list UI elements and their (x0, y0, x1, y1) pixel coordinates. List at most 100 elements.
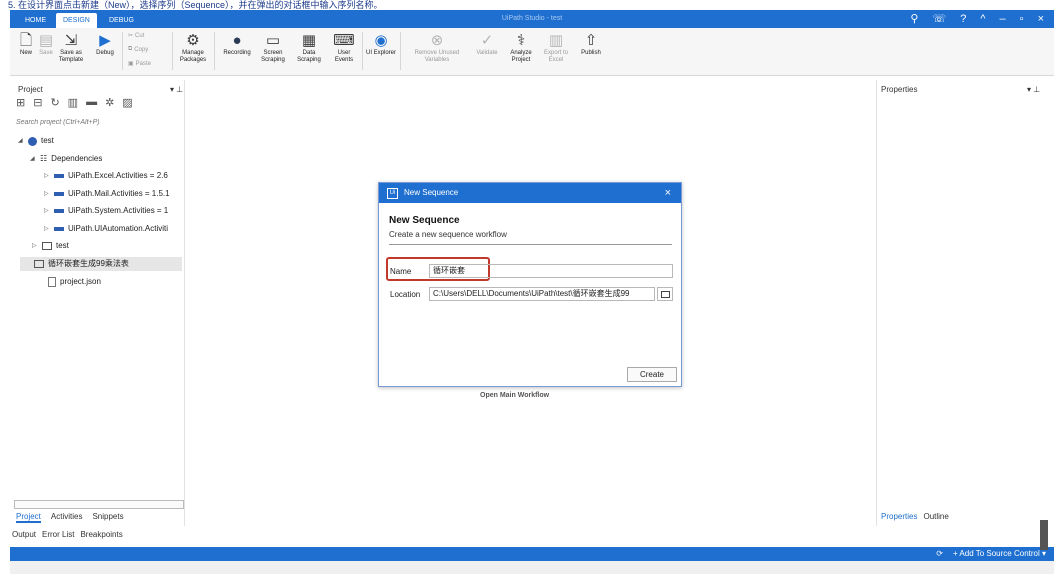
package-icon (54, 209, 64, 213)
play-icon: ▶ (99, 31, 111, 49)
tab-output[interactable]: Output (12, 530, 36, 539)
restore-icon[interactable]: ▫ (1020, 10, 1024, 28)
record-icon: ● (232, 31, 242, 49)
tree-item-dependency[interactable]: ▷ UiPath.System.Activities = 1 (44, 204, 184, 218)
project-icon (28, 136, 37, 146)
open-main-workflow-link[interactable]: Open Main Workflow (480, 392, 549, 399)
window-title: UiPath Studio - test (501, 15, 563, 22)
collapse-all-icon[interactable]: ⊟ (33, 96, 42, 109)
collapse-icon[interactable]: ^ (980, 10, 985, 28)
pin-icon[interactable]: ▾ ⊥ (1027, 84, 1040, 96)
ui-explorer-button[interactable]: ◉ UI Explorer (366, 30, 396, 57)
file-icon (48, 277, 56, 287)
tree-item-workflow[interactable]: 循环嵌套生成99乘法表 (20, 257, 182, 271)
refresh-icon[interactable]: ↻ (50, 96, 59, 109)
browse-folder-button[interactable] (657, 287, 673, 301)
name-field[interactable]: 循环嵌套 (429, 264, 673, 278)
tab-project[interactable]: Project (16, 512, 41, 523)
paste-button[interactable]: ▣ Paste (128, 60, 151, 68)
tree-item-dependencies[interactable]: ◢ ☷ Dependencies (30, 152, 102, 166)
user-events-button[interactable]: ⌨ User Events (328, 30, 360, 64)
recording-button[interactable]: ● Recording (218, 30, 256, 57)
analyze-icon: ⚕ (516, 31, 526, 49)
tab-breakpoints[interactable]: Breakpoints (80, 530, 122, 539)
tab-snippets[interactable]: Snippets (92, 512, 123, 523)
save-icon: ▤ (38, 31, 54, 49)
scissors-icon: ✂ (128, 33, 134, 39)
tree-item-file[interactable]: project.json (48, 275, 101, 289)
location-field[interactable]: C:\Users\DELL\Documents\UiPath\test\循环嵌套… (429, 287, 655, 301)
close-icon[interactable]: × (1038, 10, 1044, 28)
dialog-subtitle: Create a new sequence workflow (389, 230, 507, 239)
settings-icon[interactable]: ✲ (105, 96, 114, 109)
title-bar: HOME DESIGN DEBUG UiPath Studio - test ⚲… (10, 10, 1054, 28)
new-file-icon: 🗋 (19, 31, 33, 49)
export-icon: ⇲ (64, 31, 78, 49)
folder-icon[interactable]: ▬ (86, 96, 97, 109)
help-icon[interactable]: ? (960, 10, 966, 28)
paste-icon: ▣ (128, 61, 134, 67)
show-files-icon[interactable]: ▥ (68, 96, 78, 109)
tab-properties[interactable]: Properties (881, 512, 917, 521)
dependencies-icon: ☷ (40, 154, 48, 163)
keyboard-icon: ⌨ (333, 31, 355, 49)
tree-item-dependency[interactable]: ▷ UiPath.Excel.Activities = 2.6 (44, 169, 184, 183)
search-icon[interactable]: ⚲ (910, 10, 918, 28)
copy-icon: ⧉ (128, 46, 133, 52)
close-icon[interactable]: × (665, 183, 671, 203)
minimize-icon[interactable]: – (1000, 10, 1006, 28)
bottom-strip (10, 561, 1054, 574)
tab-outline[interactable]: Outline (923, 512, 948, 521)
tree-item-folder[interactable]: ▷ test (32, 239, 69, 253)
folder-icon (34, 260, 44, 268)
uipath-logo-icon: Ui (387, 187, 398, 199)
export-to-excel-button[interactable]: ▥ Export to Excel (540, 30, 572, 64)
tab-activities[interactable]: Activities (51, 512, 83, 523)
dialog-title-bar: Ui New Sequence × (379, 183, 681, 203)
debug-button[interactable]: ▶ Debug (92, 30, 118, 57)
location-label: Location (390, 290, 421, 299)
sync-icon[interactable]: ⟳ (936, 547, 943, 561)
new-button[interactable]: 🗋 New (14, 30, 38, 57)
top-caption-text: 5. 在设计界面点击新建（New），选择序列（Sequence），并在弹出的对话… (8, 0, 383, 10)
save-button[interactable]: ▤ Save (36, 30, 56, 57)
remove-icon: ⊗ (430, 31, 444, 49)
check-circle-icon: ✓ (480, 31, 494, 49)
project-panel-title: Project (18, 85, 43, 94)
feedback-icon[interactable]: ☏ (932, 10, 946, 28)
properties-panel: Properties ▾ ⊥ Properties Outline (876, 80, 1046, 526)
ui-explorer-icon: ◉ (374, 31, 388, 49)
tree-item-project[interactable]: ◢ test (18, 134, 54, 148)
properties-panel-title: Properties (881, 85, 918, 94)
package-icon (54, 227, 64, 231)
manage-packages-button[interactable]: ⚙ Manage Packages (176, 30, 210, 64)
tree-item-dependency[interactable]: ▷ UiPath.UIAutomation.Activiti (44, 222, 184, 236)
dialog-title: New Sequence (404, 188, 459, 197)
search-project-input[interactable] (16, 116, 181, 128)
scroll-handle[interactable] (1040, 520, 1048, 550)
publish-button[interactable]: ⇧ Publish (576, 30, 606, 57)
monitor-icon: ▭ (265, 31, 281, 49)
screen-scraping-button[interactable]: ▭ Screen Scraping (256, 30, 290, 64)
create-button[interactable]: Create (627, 367, 677, 382)
data-scraping-button[interactable]: ▦ Data Scraping (292, 30, 326, 64)
horizontal-scrollbar[interactable] (14, 500, 184, 509)
ribbon: 🗋 New ▤ Save ⇲ Save as Template ▶ Debug … (10, 28, 1054, 76)
add-to-source-control-button[interactable]: + Add To Source Control ▾ (953, 547, 1046, 561)
excel-icon: ▥ (548, 31, 564, 49)
cut-button[interactable]: ✂ Cut (128, 32, 144, 40)
remove-unused-variables-button[interactable]: ⊗ Remove Unused Variables (404, 30, 470, 64)
analyze-project-button[interactable]: ⚕ Analyze Project (504, 30, 538, 64)
folder-icon (661, 291, 670, 298)
validate-button[interactable]: ✓ Validate (472, 30, 502, 57)
top-caption: 5. 在设计界面点击新建（New），选择序列（Sequence），并在弹出的对话… (0, 0, 1054, 10)
tree-item-dependency[interactable]: ▷ UiPath.Mail.Activities = 1.5.1 (44, 187, 184, 201)
save-as-template-button[interactable]: ⇲ Save as Template (56, 30, 86, 64)
expand-all-icon[interactable]: ⊞ (16, 96, 25, 109)
tab-error-list[interactable]: Error List (42, 530, 74, 539)
copy-button[interactable]: ⧉ Copy (128, 46, 148, 53)
pin-icon[interactable]: ▾ ⊥ (170, 84, 183, 96)
image-icon[interactable]: ▨ (122, 96, 132, 109)
name-label: Name (390, 267, 412, 276)
packages-icon: ⚙ (186, 31, 200, 49)
